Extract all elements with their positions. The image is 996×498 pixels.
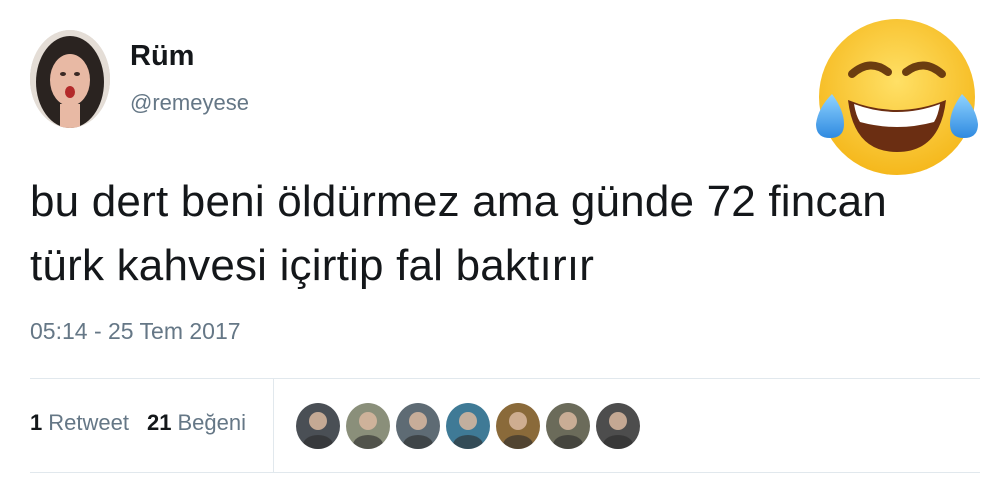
liker-avatar-6[interactable] bbox=[546, 403, 590, 449]
tears-of-joy-emoji-icon bbox=[816, 19, 978, 175]
liker-avatar-2[interactable] bbox=[346, 403, 390, 449]
like-count: 21 bbox=[146, 410, 172, 435]
author-avatar[interactable] bbox=[30, 30, 110, 128]
like-count-link[interactable]: 21 Beğeni bbox=[147, 410, 246, 436]
retweet-count-link[interactable]: 1 Retweet bbox=[30, 410, 129, 436]
divider bbox=[30, 378, 980, 379]
liker-avatars bbox=[296, 403, 640, 449]
author-handle[interactable]: @remeyese bbox=[130, 90, 249, 116]
tweet-stats: 1 Retweet 21 Beğeni bbox=[30, 410, 246, 436]
like-label: Beğeni bbox=[177, 410, 246, 435]
author-photo-icon bbox=[30, 30, 110, 128]
tweet-timestamp[interactable]: 05:14 - 25 Tem 2017 bbox=[30, 318, 241, 345]
liker-avatar-1[interactable] bbox=[296, 403, 340, 449]
tweet-text-line-2: türk kahvesi içirtip fal baktırır bbox=[30, 241, 595, 290]
liker-avatar-4[interactable] bbox=[446, 403, 490, 449]
tweet-text-line-1: bu dert beni öldürmez ama günde 72 finca… bbox=[30, 177, 887, 226]
retweet-label: Retweet bbox=[48, 410, 129, 435]
avatar-icon bbox=[396, 403, 440, 449]
avatar-icon bbox=[346, 403, 390, 449]
stats-separator bbox=[273, 378, 274, 472]
liker-avatar-7[interactable] bbox=[596, 403, 640, 449]
avatar-icon bbox=[596, 403, 640, 449]
avatar-icon bbox=[496, 403, 540, 449]
liker-avatar-3[interactable] bbox=[396, 403, 440, 449]
avatar-icon bbox=[446, 403, 490, 449]
liker-avatar-5[interactable] bbox=[496, 403, 540, 449]
tweet-text: bu dert beni öldürmez ama günde 72 finca… bbox=[30, 170, 960, 298]
author-name[interactable]: Rüm bbox=[130, 40, 194, 73]
divider bbox=[30, 472, 980, 473]
avatar-icon bbox=[546, 403, 590, 449]
retweet-count: 1 bbox=[30, 410, 43, 435]
avatar-icon bbox=[296, 403, 340, 449]
